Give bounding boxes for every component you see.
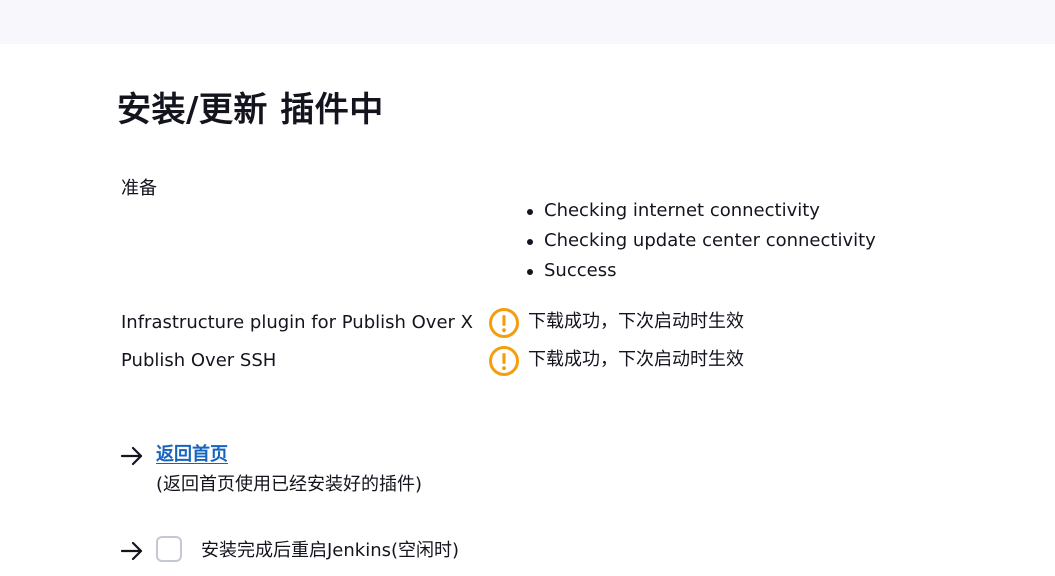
plugin-row: Publish Over SSH 下载成功，下次启动时生效: [121, 345, 821, 377]
check-item: Success: [524, 256, 876, 286]
plugin-status: 下载成功，下次启动时生效: [528, 349, 744, 370]
connectivity-check-list: Checking internet connectivity Checking …: [524, 196, 876, 286]
check-item: Checking update center connectivity: [524, 226, 876, 256]
top-bar: [0, 0, 1055, 44]
plugin-status: 下载成功，下次启动时生效: [528, 311, 744, 332]
back-to-home-description: (返回首页使用已经安装好的插件): [156, 474, 423, 495]
arrow-right-icon: [120, 446, 143, 466]
restart-after-install-checkbox[interactable]: [156, 536, 182, 562]
preparation-label: 准备: [121, 178, 157, 199]
page-title: 安装/更新 插件中: [117, 90, 384, 130]
plugin-name: Infrastructure plugin for Publish Over X: [121, 312, 473, 333]
warning-icon: [489, 346, 519, 376]
check-item: Checking internet connectivity: [524, 196, 876, 226]
arrow-right-icon: [120, 541, 143, 561]
warning-icon: [489, 308, 519, 338]
restart-after-install-label[interactable]: 安装完成后重启Jenkins(空闲时): [201, 539, 459, 563]
back-to-home-link[interactable]: 返回首页: [156, 443, 228, 467]
plugin-row: Infrastructure plugin for Publish Over X…: [121, 307, 821, 339]
plugin-name: Publish Over SSH: [121, 350, 277, 371]
